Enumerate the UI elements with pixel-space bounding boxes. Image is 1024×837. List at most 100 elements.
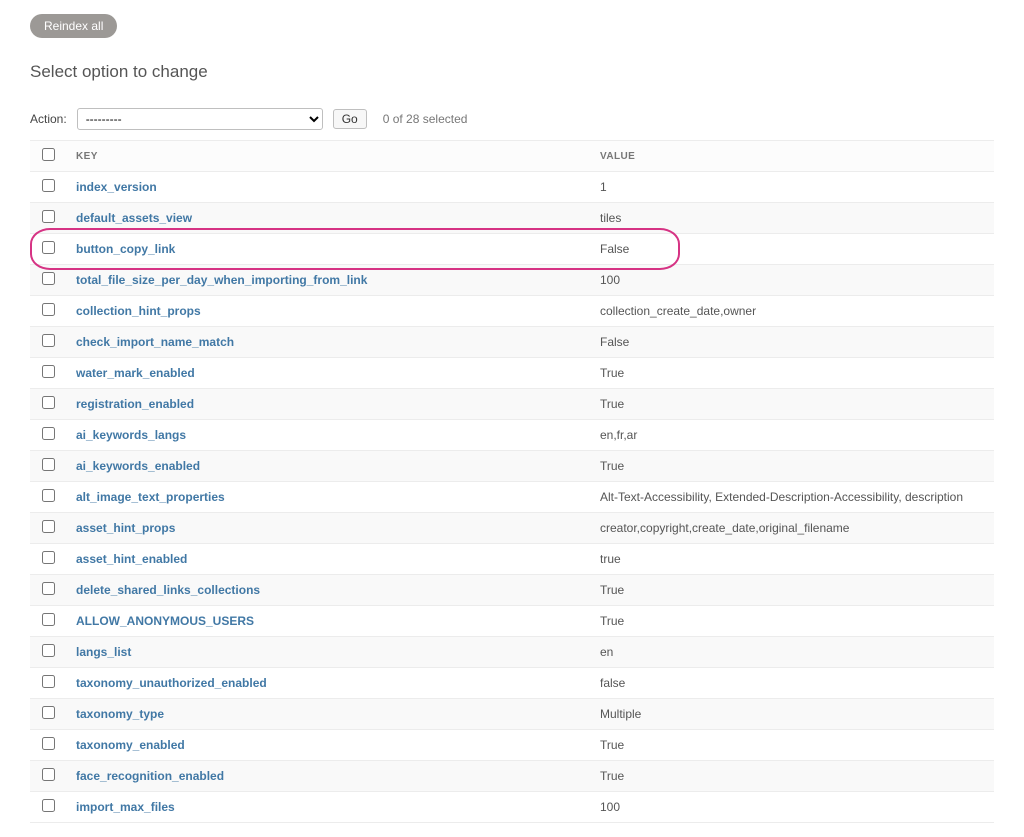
table-row: ai_keywords_enabledTrue	[30, 451, 994, 482]
key-link[interactable]: index_version	[76, 180, 157, 194]
key-link[interactable]: ai_keywords_enabled	[76, 459, 200, 473]
header-value[interactable]: VALUE	[590, 141, 994, 172]
row-key-cell: ai_keywords_langs	[66, 420, 590, 451]
key-link[interactable]: import_max_files	[76, 800, 175, 814]
row-value-cell: en,fr,ar	[590, 420, 994, 451]
row-value-cell: Multiple	[590, 699, 994, 730]
key-link[interactable]: taxonomy_type	[76, 707, 164, 721]
key-link[interactable]: taxonomy_unauthorized_enabled	[76, 676, 267, 690]
row-value-cell: 100	[590, 265, 994, 296]
key-link[interactable]: langs_list	[76, 645, 131, 659]
row-check-cell	[30, 761, 66, 792]
row-checkbox[interactable]	[42, 737, 55, 750]
key-link[interactable]: asset_hint_enabled	[76, 552, 187, 566]
row-checkbox[interactable]	[42, 706, 55, 719]
row-check-cell	[30, 668, 66, 699]
go-button[interactable]: Go	[333, 109, 367, 129]
header-key[interactable]: KEY	[66, 141, 590, 172]
row-checkbox[interactable]	[42, 334, 55, 347]
row-checkbox[interactable]	[42, 458, 55, 471]
row-key-cell: button_copy_link	[66, 234, 590, 265]
reindex-button[interactable]: Reindex all	[30, 14, 117, 38]
row-check-cell	[30, 606, 66, 637]
select-all-checkbox[interactable]	[42, 148, 55, 161]
row-check-cell	[30, 296, 66, 327]
table-row: ALLOW_ANONYMOUS_USERS True	[30, 606, 994, 637]
row-checkbox[interactable]	[42, 644, 55, 657]
key-link[interactable]: check_import_name_match	[76, 335, 234, 349]
selection-count: 0 of 28 selected	[383, 112, 468, 126]
row-key-cell: asset_hint_enabled	[66, 544, 590, 575]
row-key-cell: water_mark_enabled	[66, 358, 590, 389]
row-value-cell: True	[590, 358, 994, 389]
key-link[interactable]: total_file_size_per_day_when_importing_f…	[76, 273, 367, 287]
row-checkbox[interactable]	[42, 489, 55, 502]
row-key-cell: ALLOW_ANONYMOUS_USERS	[66, 606, 590, 637]
table-row: collection_hint_propscollection_create_d…	[30, 296, 994, 327]
action-label: Action:	[30, 112, 67, 126]
table-row: langs_list en	[30, 637, 994, 668]
action-bar: Action: --------- Go 0 of 28 selected	[30, 108, 994, 130]
key-link[interactable]: water_mark_enabled	[76, 366, 195, 380]
row-checkbox[interactable]	[42, 241, 55, 254]
row-check-cell	[30, 389, 66, 420]
header-check	[30, 141, 66, 172]
key-link[interactable]: registration_enabled	[76, 397, 194, 411]
row-checkbox[interactable]	[42, 675, 55, 688]
table-row: check_import_name_match False	[30, 327, 994, 358]
row-check-cell	[30, 451, 66, 482]
row-check-cell	[30, 420, 66, 451]
row-key-cell: delete_shared_links_collections	[66, 575, 590, 606]
key-link[interactable]: ai_keywords_langs	[76, 428, 186, 442]
row-key-cell: ai_keywords_enabled	[66, 451, 590, 482]
row-key-cell: face_recognition_enabled	[66, 761, 590, 792]
row-check-cell	[30, 699, 66, 730]
row-checkbox[interactable]	[42, 210, 55, 223]
row-checkbox[interactable]	[42, 427, 55, 440]
row-checkbox[interactable]	[42, 520, 55, 533]
table-row: alt_image_text_properties Alt-Text-Access…	[30, 482, 994, 513]
row-checkbox[interactable]	[42, 799, 55, 812]
table-row: taxonomy_unauthorized_enabledfalse	[30, 668, 994, 699]
table-row: water_mark_enabled True	[30, 358, 994, 389]
row-key-cell: taxonomy_unauthorized_enabled	[66, 668, 590, 699]
row-checkbox[interactable]	[42, 582, 55, 595]
row-checkbox[interactable]	[42, 551, 55, 564]
row-key-cell: index_version	[66, 172, 590, 203]
row-checkbox[interactable]	[42, 365, 55, 378]
row-value-cell: creator,copyright,create_date,original_f…	[590, 513, 994, 544]
key-link[interactable]: collection_hint_props	[76, 304, 201, 318]
key-link[interactable]: default_assets_view	[76, 211, 192, 225]
key-link[interactable]: asset_hint_props	[76, 521, 175, 535]
row-checkbox[interactable]	[42, 396, 55, 409]
key-link[interactable]: face_recognition_enabled	[76, 769, 224, 783]
row-value-cell: True	[590, 730, 994, 761]
key-link[interactable]: taxonomy_enabled	[76, 738, 185, 752]
row-checkbox[interactable]	[42, 613, 55, 626]
table-row: default_assets_viewtiles	[30, 203, 994, 234]
row-key-cell: taxonomy_enabled	[66, 730, 590, 761]
row-value-cell: en	[590, 637, 994, 668]
row-check-cell	[30, 730, 66, 761]
table-row: registration_enabled True	[30, 389, 994, 420]
row-checkbox[interactable]	[42, 303, 55, 316]
row-check-cell	[30, 513, 66, 544]
key-link[interactable]: button_copy_link	[76, 242, 175, 256]
row-value-cell: Alt-Text-Accessibility, Extended-Descrip…	[590, 482, 994, 513]
action-select[interactable]: ---------	[77, 108, 323, 130]
row-check-cell	[30, 172, 66, 203]
row-checkbox[interactable]	[42, 768, 55, 781]
row-check-cell	[30, 265, 66, 296]
row-value-cell: True	[590, 389, 994, 420]
row-checkbox[interactable]	[42, 179, 55, 192]
key-link[interactable]: ALLOW_ANONYMOUS_USERS	[76, 614, 254, 628]
row-value-cell: True	[590, 606, 994, 637]
key-link[interactable]: delete_shared_links_collections	[76, 583, 260, 597]
row-value-cell: False	[590, 327, 994, 358]
table-row: taxonomy_enabled True	[30, 730, 994, 761]
row-key-cell: asset_hint_props	[66, 513, 590, 544]
row-key-cell: total_file_size_per_day_when_importing_f…	[66, 265, 590, 296]
key-link[interactable]: alt_image_text_properties	[76, 490, 225, 504]
row-checkbox[interactable]	[42, 272, 55, 285]
row-key-cell: import_max_files	[66, 792, 590, 823]
